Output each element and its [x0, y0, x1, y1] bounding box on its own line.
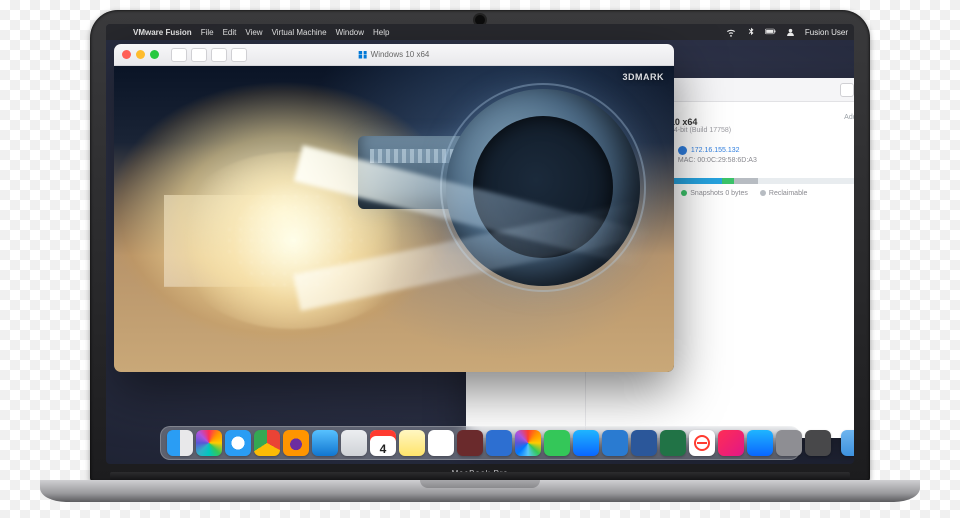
vm-ip: 172.16.155.132: [691, 147, 740, 154]
benchmark-brand: 3DMARK: [622, 72, 664, 82]
bluetooth-icon[interactable]: [745, 26, 757, 38]
menubar-virtual-machine[interactable]: Virtual Machine: [272, 28, 327, 37]
menubar-help[interactable]: Help: [373, 28, 389, 37]
library-grid-button[interactable]: [840, 83, 854, 97]
close-button[interactable]: [122, 50, 131, 59]
menubar-view[interactable]: View: [245, 28, 262, 37]
windows-icon: [359, 51, 367, 59]
dock-firefox[interactable]: [283, 430, 309, 456]
menubar-edit[interactable]: Edit: [223, 28, 237, 37]
dock-contacts[interactable]: [341, 430, 367, 456]
vm-viewport[interactable]: 3DMARK: [114, 66, 674, 372]
user-icon[interactable]: [785, 26, 797, 38]
vm-titlebar: Windows 10 x64: [114, 44, 674, 66]
legend-rc: Reclaimable: [769, 190, 808, 197]
dock-appstore[interactable]: [747, 430, 773, 456]
menubar-app[interactable]: VMware Fusion: [133, 28, 192, 37]
dock-appstore-2[interactable]: [573, 430, 599, 456]
network-dot-icon: [678, 146, 687, 155]
sidebar-toggle-button[interactable]: [171, 48, 187, 62]
apple-icon[interactable]: [112, 26, 124, 38]
dock-chrome[interactable]: [254, 430, 280, 456]
dock-hex[interactable]: [486, 430, 512, 456]
play-button[interactable]: [191, 48, 207, 62]
vm-window-title-text: Windows 10 x64: [371, 50, 430, 59]
vm-window-title: Windows 10 x64: [359, 50, 430, 59]
vm-build: (Build 17758): [689, 127, 731, 134]
menubar-user[interactable]: Fusion User: [805, 28, 848, 37]
zoom-button[interactable]: [150, 50, 159, 59]
minimize-button[interactable]: [136, 50, 145, 59]
benchmark-scene: [114, 66, 674, 372]
settings-button[interactable]: [231, 48, 247, 62]
laptop-base: [40, 480, 920, 502]
snapshot-button[interactable]: [211, 48, 227, 62]
laptop-frame: VMware Fusion File Edit View Virtual Mac…: [40, 10, 920, 508]
dock-screens[interactable]: [457, 430, 483, 456]
legend-sn-val: 0 bytes: [725, 190, 748, 197]
dock: 4: [160, 426, 800, 460]
menubar-window[interactable]: Window: [336, 28, 364, 37]
dock-calendar[interactable]: 4: [370, 430, 396, 456]
menubar-file[interactable]: File: [201, 28, 214, 37]
dock-word[interactable]: [631, 430, 657, 456]
dock-mail[interactable]: [312, 430, 338, 456]
battery-icon[interactable]: [765, 26, 777, 38]
dock-excel[interactable]: [660, 430, 686, 456]
add-note-link[interactable]: Add a note here: [844, 114, 854, 121]
menubar: VMware Fusion File Edit View Virtual Mac…: [106, 24, 854, 40]
vm-mac: MAC: 00:0C:29:58:6D:A3: [678, 157, 757, 164]
dock-messages[interactable]: [544, 430, 570, 456]
dock-downloads[interactable]: [841, 430, 854, 456]
dock-notes[interactable]: [399, 430, 425, 456]
dock-system-preferences[interactable]: [776, 430, 802, 456]
dock-settings[interactable]: [805, 430, 831, 456]
dock-safari[interactable]: [225, 430, 251, 456]
dock-reminders[interactable]: [428, 430, 454, 456]
dock-vscode[interactable]: [602, 430, 628, 456]
calendar-day: 4: [380, 442, 387, 456]
dock-photos[interactable]: [515, 430, 541, 456]
dock-siri[interactable]: [196, 430, 222, 456]
dock-noentry[interactable]: [689, 430, 715, 456]
dock-music[interactable]: [718, 430, 744, 456]
screen: VMware Fusion File Edit View Virtual Mac…: [106, 24, 854, 464]
legend-sn: Snapshots: [690, 190, 723, 197]
dock-finder[interactable]: [167, 430, 193, 456]
vm-window: Windows 10 x64 3DMARK: [114, 44, 674, 372]
wifi-icon[interactable]: [725, 26, 737, 38]
